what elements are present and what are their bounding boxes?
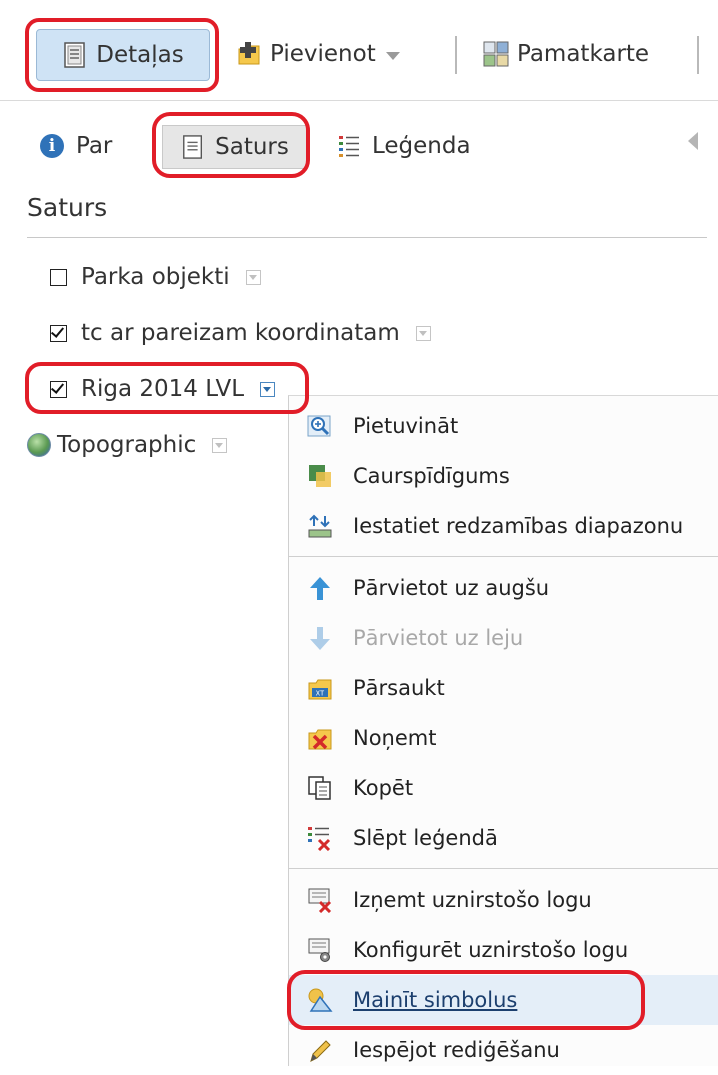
menu-item-label: Iespējot rediģēšanu: [353, 1038, 560, 1062]
menu-item-rename[interactable]: XT Pārsaukt: [289, 663, 718, 713]
arrow-up-icon: [307, 575, 333, 601]
menu-item-label: Pārvietot uz leju: [353, 626, 524, 650]
menu-item-zoom-to[interactable]: Pietuvināt: [289, 401, 718, 451]
basemap-layer-name: Topographic: [57, 432, 197, 458]
zoom-icon: [307, 413, 333, 439]
menu-item-move-down: Pārvietot uz leju: [289, 613, 718, 663]
menu-item-label: Iestatiet redzamības diapazonu: [353, 514, 684, 538]
layer-name: Parka objekti: [81, 264, 230, 290]
toolbar-divider: [455, 36, 457, 74]
layer-item[interactable]: tc ar pareizam koordinatam: [50, 316, 431, 350]
arrow-down-icon: [307, 625, 333, 651]
svg-text:XT: XT: [316, 690, 325, 698]
basemap-grid-icon: [483, 41, 509, 67]
legend-list-icon: [338, 134, 360, 158]
menu-item-label: Noņemt: [353, 726, 437, 750]
visibility-range-icon: [307, 513, 333, 539]
details-doc-icon: [62, 42, 88, 68]
menu-item-label: Mainīt simbolus: [353, 988, 518, 1012]
tab-legend[interactable]: Leģenda: [338, 125, 471, 167]
layer-item[interactable]: Parka objekti: [50, 260, 261, 294]
globe-icon: [27, 433, 51, 457]
menu-item-copy[interactable]: Kopēt: [289, 763, 718, 813]
layer-menu-dropdown-icon[interactable]: [415, 325, 431, 341]
basemap-label: Pamatkarte: [517, 41, 650, 67]
layer-visibility-checkbox[interactable]: [50, 268, 67, 286]
change-symbols-icon: [307, 987, 333, 1013]
menu-item-change-symbols[interactable]: Mainīt simbolus: [289, 975, 718, 1025]
configure-popup-icon: [307, 937, 333, 963]
remove-popup-icon: [307, 887, 333, 914]
chevron-down-icon: [385, 52, 400, 60]
hide-legend-icon: [307, 825, 333, 852]
menu-item-label: Slēpt leģendā: [353, 826, 498, 850]
tab-content-label: Saturs: [215, 134, 289, 160]
details-button[interactable]: Detaļas: [36, 29, 210, 81]
menu-item-label: Izņemt uznirstošo logu: [353, 888, 592, 912]
details-label: Detaļas: [96, 42, 184, 68]
layer-context-menu: Pietuvināt Caurspīdīgums Iestatiet redza…: [288, 395, 718, 1066]
basemap-layer-item[interactable]: Topographic: [27, 428, 228, 462]
collapse-panel-icon[interactable]: [688, 132, 698, 150]
menu-item-label: Kopēt: [353, 776, 414, 800]
toolbar-divider: [697, 36, 699, 74]
section-title: Saturs: [27, 193, 108, 222]
menu-item-remove[interactable]: Noņemt: [289, 713, 718, 763]
tab-content[interactable]: Saturs: [162, 125, 308, 169]
layer-menu-dropdown-icon[interactable]: [245, 269, 261, 285]
add-layer-icon: [236, 41, 262, 67]
menu-item-configure-popup[interactable]: Konfigurēt uznirstošo logu: [289, 925, 718, 975]
menu-item-label: Konfigurēt uznirstošo logu: [353, 938, 629, 962]
copy-icon: [307, 775, 333, 801]
menu-item-label: Caurspīdīgums: [353, 464, 510, 488]
layer-menu-dropdown-icon[interactable]: [260, 381, 276, 397]
menu-item-label: Pārvietot uz augšu: [353, 576, 550, 600]
remove-icon: [307, 725, 333, 751]
tab-legend-label: Leģenda: [372, 133, 471, 159]
menu-item-hide-in-legend[interactable]: Slēpt leģendā: [289, 813, 718, 863]
layer-visibility-checkbox[interactable]: [50, 324, 67, 342]
menu-item-remove-popup[interactable]: Izņemt uznirstošo logu: [289, 875, 718, 925]
add-label: Pievienot: [270, 41, 376, 67]
top-toolbar: Detaļas Pievienot Pamatkarte: [0, 0, 718, 101]
add-button[interactable]: Pievienot: [236, 29, 400, 79]
basemap-button[interactable]: Pamatkarte: [483, 29, 649, 79]
info-icon: i: [40, 134, 64, 158]
menu-item-visibility-range[interactable]: Iestatiet redzamības diapazonu: [289, 501, 718, 551]
menu-item-transparency[interactable]: Caurspīdīgums: [289, 451, 718, 501]
tab-about[interactable]: i Par: [40, 125, 112, 167]
menu-item-label: Pārsaukt: [353, 676, 445, 700]
layer-visibility-checkbox[interactable]: [50, 380, 67, 398]
transparency-icon: [307, 463, 333, 489]
menu-item-label: Pietuvināt: [353, 414, 459, 438]
tab-about-label: Par: [76, 133, 113, 159]
edit-pencil-icon: [307, 1037, 333, 1063]
menu-item-enable-editing[interactable]: Iespējot rediģēšanu: [289, 1025, 718, 1075]
menu-divider: [289, 556, 718, 557]
rename-icon: XT: [307, 675, 333, 701]
layer-name: Riga 2014 LVL: [81, 376, 245, 402]
menu-divider: [289, 868, 718, 869]
menu-item-move-up[interactable]: Pārvietot uz augšu: [289, 563, 718, 613]
layer-menu-dropdown-icon[interactable]: [212, 437, 228, 453]
layer-name: tc ar pareizam koordinatam: [81, 320, 400, 346]
layer-item[interactable]: Riga 2014 LVL: [50, 372, 276, 406]
content-doc-icon: [181, 135, 205, 159]
section-divider: [27, 237, 707, 238]
